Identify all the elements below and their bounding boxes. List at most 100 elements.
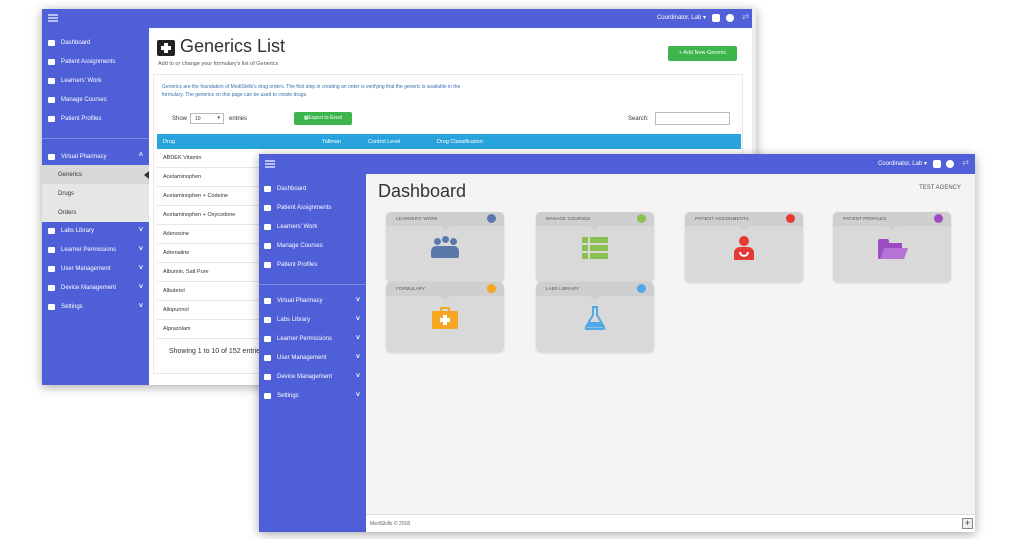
card-patient-assignments[interactable]: PATIENT ASSIGNMENTS xyxy=(685,212,803,282)
chevron-up-icon[interactable]: ˄ xyxy=(139,152,143,159)
lock-icon xyxy=(48,247,55,253)
medkit-icon xyxy=(432,307,458,329)
card-patient-profiles[interactable]: PATIENT PROFILES xyxy=(833,212,951,282)
monitor-icon xyxy=(264,374,271,380)
sidebar-item-patient-assignments[interactable]: Patient Assignments xyxy=(264,205,331,211)
chevron-down-icon[interactable]: ˅ xyxy=(139,284,143,291)
col-tallman[interactable]: Tallman xyxy=(322,139,341,145)
page-title: Dashboard xyxy=(378,181,467,201)
sidebar-item-virtual-pharmacy[interactable]: Virtual Pharmacy xyxy=(264,298,323,304)
chevron-down-icon[interactable]: ˅ xyxy=(356,297,360,304)
expand-icon[interactable]: ⇄ xyxy=(962,158,969,167)
card-pointer xyxy=(590,226,600,230)
status-dot xyxy=(786,214,795,223)
sidebar-item-manage-courses[interactable]: Manage Courses xyxy=(264,243,323,249)
col-drug[interactable]: Drug xyxy=(163,139,175,145)
sidebar-divider xyxy=(259,284,366,285)
dashboard-icon xyxy=(48,40,55,46)
hamburger-icon[interactable] xyxy=(48,14,58,22)
sidebar-item-virtual-pharmacy[interactable]: Virtual Pharmacy xyxy=(48,154,107,160)
entries-select[interactable]: 10 ▾ xyxy=(190,113,224,124)
top-bar: Coordinator, Lab ▾ ⇄ xyxy=(42,9,756,28)
col-drug-classification[interactable]: Drug Classification xyxy=(437,139,483,145)
col-control-level[interactable]: Control Level xyxy=(368,139,400,145)
sidebar-item-device-management[interactable]: Device Management xyxy=(48,285,116,291)
bell-icon[interactable] xyxy=(712,14,720,22)
sidebar-item-labs-library[interactable]: Labs Library xyxy=(264,317,310,323)
flask-icon xyxy=(584,306,606,330)
list-icon xyxy=(48,97,55,103)
sidebar-item-settings[interactable]: Settings xyxy=(264,393,299,399)
chevron-down-icon[interactable]: ˅ xyxy=(139,227,143,234)
bell-icon[interactable] xyxy=(933,160,941,168)
chevron-down-icon[interactable]: ˅ xyxy=(139,265,143,272)
export-excel-button[interactable]: ▦Export to Excel xyxy=(294,112,352,125)
chevron-down-icon[interactable]: ˅ xyxy=(356,335,360,342)
card-learners-work[interactable]: LEARNERS' WORK xyxy=(386,212,504,282)
flask-icon xyxy=(264,317,271,323)
users-icon xyxy=(431,236,459,260)
sidebar-item-dashboard[interactable]: Dashboard xyxy=(48,40,90,46)
card-pointer xyxy=(739,226,749,230)
help-icon[interactable] xyxy=(946,160,954,168)
search-label: Search: xyxy=(628,116,649,122)
card-pointer xyxy=(440,226,450,230)
chevron-down-icon[interactable]: ˅ xyxy=(356,373,360,380)
sidebar-item-learner-permissions[interactable]: Learner Permissions xyxy=(48,247,116,253)
card-pointer xyxy=(590,296,600,300)
status-dot xyxy=(637,214,646,223)
add-new-generic-button[interactable]: + Add New Generic xyxy=(668,46,737,61)
sidebar-item-patient-profiles[interactable]: Patient Profiles xyxy=(48,116,101,122)
sidebar-subitem-generics[interactable]: Generics xyxy=(42,165,149,184)
table-header: Drug Tallman Control Level Drug Classifi… xyxy=(157,134,741,149)
status-dot xyxy=(637,284,646,293)
pharmacy-icon xyxy=(264,298,271,304)
card-pointer xyxy=(440,296,450,300)
sidebar-item-user-management[interactable]: User Management xyxy=(264,355,326,361)
sidebar-subitem-drugs[interactable]: Drugs xyxy=(42,184,149,203)
user-icon xyxy=(48,266,55,272)
user-menu[interactable]: Coordinator, Lab ▾ xyxy=(878,160,927,167)
list-icon xyxy=(264,243,271,249)
sidebar-item-learners-work[interactable]: Learners' Work xyxy=(264,224,317,230)
sidebar-subitem-orders[interactable]: Orders xyxy=(42,203,149,222)
sidebar-item-user-management[interactable]: User Management xyxy=(48,266,110,272)
help-icon[interactable] xyxy=(726,14,734,22)
expand-icon[interactable]: ⇄ xyxy=(742,12,749,21)
plus-icon[interactable]: + xyxy=(962,518,973,529)
page-title: Generics List xyxy=(180,36,286,56)
folder-icon xyxy=(264,262,271,268)
search-input[interactable] xyxy=(655,112,730,125)
sidebar-item-dashboard[interactable]: Dashboard xyxy=(264,186,306,192)
sidebar-item-manage-courses[interactable]: Manage Courses xyxy=(48,97,107,103)
sidebar-item-patient-profiles[interactable]: Patient Profiles xyxy=(264,262,317,268)
chevron-down-icon[interactable]: ˅ xyxy=(356,316,360,323)
top-bar: Coordinator, Lab ▾ ⇄ xyxy=(259,154,975,174)
dashboard-icon xyxy=(264,186,271,192)
status-dot xyxy=(487,214,496,223)
sidebar: Dashboard Patient Assignments Learners' … xyxy=(259,174,366,532)
sidebar-item-learners-work[interactable]: Learners' Work xyxy=(48,78,101,84)
card-manage-courses[interactable]: MANAGE COURSES xyxy=(536,212,654,282)
chevron-down-icon[interactable]: ˅ xyxy=(139,246,143,253)
chevron-down-icon[interactable]: ˅ xyxy=(356,354,360,361)
card-pointer xyxy=(887,226,897,230)
list-icon xyxy=(582,237,608,259)
sidebar-item-learner-permissions[interactable]: Learner Permissions xyxy=(264,336,332,342)
card-labs-library[interactable]: LABS LIBRARY xyxy=(536,282,654,352)
card-formulary[interactable]: FORMULARY xyxy=(386,282,504,352)
users-icon xyxy=(48,78,55,84)
hamburger-icon[interactable] xyxy=(265,160,275,168)
flask-icon xyxy=(48,228,55,234)
sidebar-item-labs-library[interactable]: Labs Library xyxy=(48,228,94,234)
sidebar-item-settings[interactable]: Settings xyxy=(48,304,83,310)
agency-name: TEST AGENCY xyxy=(919,185,961,191)
sidebar-item-patient-assignments[interactable]: Patient Assignments xyxy=(48,59,115,65)
chevron-down-icon[interactable]: ˅ xyxy=(139,303,143,310)
user-icon xyxy=(264,355,271,361)
chevron-down-icon[interactable]: ˅ xyxy=(356,392,360,399)
sidebar-item-device-management[interactable]: Device Management xyxy=(264,374,332,380)
gear-icon xyxy=(48,304,55,310)
user-menu[interactable]: Coordinator, Lab ▾ xyxy=(657,14,706,21)
table-info: Showing 1 to 10 of 152 entries xyxy=(169,348,264,355)
